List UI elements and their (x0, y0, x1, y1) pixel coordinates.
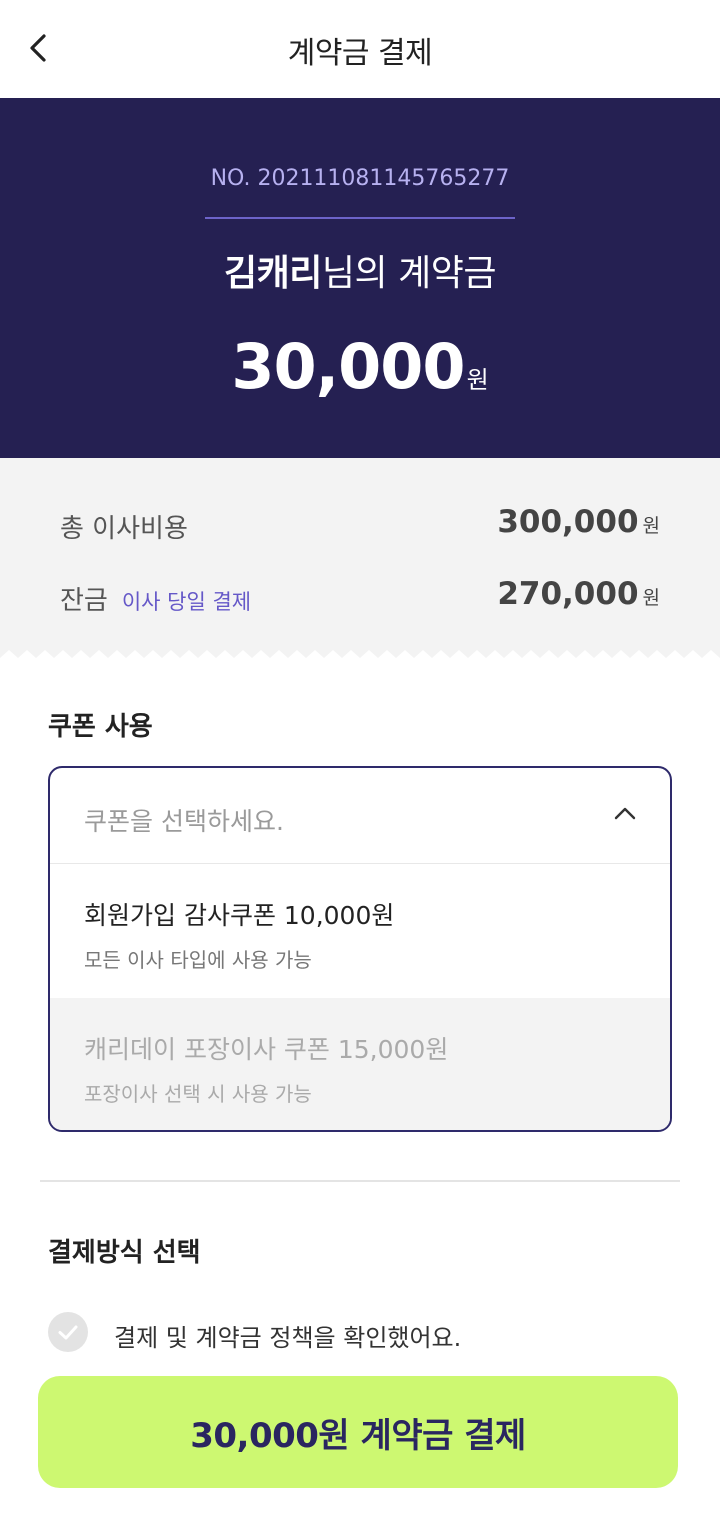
app-header: 계약금 결제 (0, 0, 720, 98)
coupon-option-name: 회원가입 감사쿠폰 10,000원 (84, 901, 395, 930)
cost-summary: 총 이사비용 300,000 원 잔금 이사 당일 결제 270,000 원 (0, 458, 720, 658)
balance-note: 이사 당일 결제 (121, 590, 252, 614)
total-cost-row: 총 이사비용 300,000 원 (60, 504, 660, 548)
hero-title: 김캐리님의 계약금 (0, 244, 720, 296)
total-cost-value: 300,000 원 (497, 504, 660, 540)
section-divider (40, 1180, 680, 1182)
check-circle-icon (48, 1312, 88, 1352)
coupon-option-name: 캐리데이 포장이사 쿠폰 15,000원 (84, 1035, 449, 1064)
total-cost-amount: 300,000 (497, 504, 639, 540)
coupon-option-desc: 모든 이사 타입에 사용 가능 (84, 948, 312, 972)
total-cost-unit: 원 (642, 515, 660, 537)
balance-value: 270,000 원 (497, 576, 660, 612)
receipt-zigzag-edge (0, 650, 720, 660)
coupon-option-signup[interactable]: 회원가입 감사쿠폰 10,000원 모든 이사 타입에 사용 가능 (50, 864, 670, 998)
coupon-placeholder: 쿠폰을 선택하세요. (84, 807, 284, 836)
coupon-option-desc: 포장이사 선택 시 사용 가능 (84, 1082, 312, 1106)
coupon-section-title: 쿠폰 사용 (48, 712, 153, 742)
balance-unit: 원 (642, 587, 660, 609)
total-cost-label: 총 이사비용 (60, 514, 188, 544)
pay-deposit-button[interactable]: 30,000원 계약금 결제 (38, 1376, 678, 1488)
balance-row: 잔금 이사 당일 결제 270,000 원 (60, 576, 660, 620)
deposit-amount-value: 30,000 (231, 330, 465, 403)
coupon-select-trigger[interactable]: 쿠폰을 선택하세요. (50, 768, 670, 864)
balance-label: 잔금 (60, 586, 108, 616)
payment-method-title: 결제방식 선택 (48, 1238, 201, 1268)
hero-title-suffix: 님의 계약금 (321, 253, 497, 294)
balance-label-group: 잔금 이사 당일 결제 (60, 580, 251, 617)
hero-divider (205, 217, 515, 219)
deposit-amount-unit: 원 (466, 366, 489, 394)
contract-hero: NO. 202111081145765277 김캐리님의 계약금 30,000원 (0, 98, 720, 458)
policy-agree-checkbox[interactable]: 결제 및 계약금 정책을 확인했어요. (48, 1310, 668, 1354)
policy-agree-label: 결제 및 계약금 정책을 확인했어요. (114, 1324, 462, 1352)
customer-name: 김캐리 (224, 253, 322, 294)
coupon-dropdown: 쿠폰을 선택하세요. 회원가입 감사쿠폰 10,000원 모든 이사 타입에 사… (48, 766, 672, 1132)
deposit-amount: 30,000원 (0, 330, 720, 403)
order-number: NO. 202111081145765277 (210, 166, 510, 191)
coupon-option-packing-disabled: 캐리데이 포장이사 쿠폰 15,000원 포장이사 선택 시 사용 가능 (50, 998, 670, 1130)
chevron-up-icon (614, 807, 636, 820)
page-title: 계약금 결제 (287, 36, 433, 71)
balance-amount: 270,000 (497, 576, 639, 612)
